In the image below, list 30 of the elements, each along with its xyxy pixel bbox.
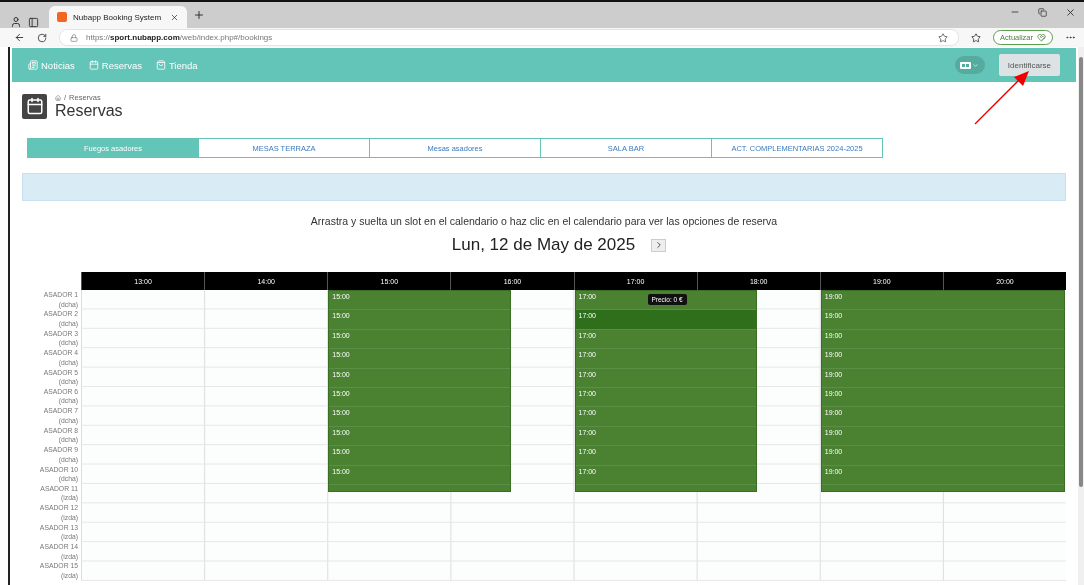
newspaper-icon bbox=[28, 60, 38, 70]
lock-icon[interactable] bbox=[70, 33, 78, 42]
login-button[interactable]: Identificarse bbox=[998, 54, 1060, 76]
url-text: https://sport.nubapp.com/web/index.php#/bookings bbox=[86, 33, 274, 42]
close-icon[interactable] bbox=[1065, 6, 1076, 18]
browser-tab[interactable]: Nubapp Booking System bbox=[49, 6, 187, 28]
flag-icon bbox=[960, 61, 972, 69]
new-tab-icon[interactable] bbox=[193, 9, 205, 21]
language-dropdown[interactable] bbox=[954, 56, 985, 74]
sidebar-icon[interactable] bbox=[28, 17, 39, 28]
profile-icon[interactable] bbox=[10, 16, 22, 28]
scrollbar-thumb[interactable] bbox=[1079, 57, 1083, 487]
back-icon[interactable] bbox=[14, 32, 25, 43]
instructions-text: Arrastra y suelta un slot en el calendario o haz clic en el calendario para ver las opciones de reserva bbox=[309, 215, 779, 227]
favorites-icon[interactable] bbox=[971, 32, 982, 43]
site-favicon-icon bbox=[57, 12, 67, 22]
page-title: Reservas bbox=[55, 102, 123, 119]
bag-icon bbox=[155, 60, 166, 70]
tab-title: Nubapp Booking System bbox=[73, 12, 163, 22]
close-icon[interactable] bbox=[170, 12, 179, 22]
reload-icon[interactable] bbox=[37, 32, 47, 43]
calendar-icon bbox=[88, 60, 99, 70]
annotation-arrow bbox=[974, 71, 1029, 125]
restore-icon[interactable] bbox=[1038, 6, 1047, 18]
calendar-icon bbox=[22, 93, 47, 119]
next-day-button[interactable] bbox=[651, 238, 667, 252]
caret-icon bbox=[972, 61, 980, 69]
star-icon[interactable] bbox=[938, 32, 949, 43]
date-heading: Lun, 12 de May de 2025 bbox=[451, 235, 636, 255]
address-field[interactable]: https://sport.nubapp.com/web/index.php#/bookings bbox=[59, 29, 960, 46]
